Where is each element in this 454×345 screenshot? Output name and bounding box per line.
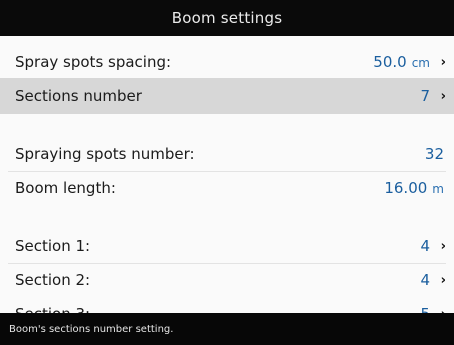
row-label: Section 2:	[15, 271, 91, 289]
row-label: Spraying spots number:	[15, 145, 195, 163]
value-number: 16.00	[384, 179, 428, 197]
row-section-1[interactable]: Section 1: 4 ›	[0, 228, 454, 264]
row-spraying-spots-number: Spraying spots number: 32	[0, 136, 454, 172]
row-section-3[interactable]: Section 3: 5 ›	[0, 296, 454, 313]
row-value: 4	[420, 237, 430, 255]
row-boom-length: Boom length: 16.00 m	[0, 170, 454, 206]
row-label: Spray spots spacing:	[15, 53, 172, 71]
boom-settings-screen: Boom settings Spray spots spacing: 50.0 …	[0, 0, 454, 345]
row-sections-number[interactable]: Sections number 7 ›	[0, 78, 454, 114]
row-value: 4	[420, 271, 430, 289]
row-value: 16.00 m	[384, 179, 444, 197]
value-unit: cm	[411, 56, 430, 70]
status-bar: Boom's sections number setting.	[0, 313, 454, 345]
row-value: 7	[420, 87, 430, 105]
row-spray-spots-spacing[interactable]: Spray spots spacing: 50.0 cm ›	[0, 44, 454, 80]
row-value: 5	[420, 305, 430, 313]
chevron-right-icon: ›	[440, 54, 446, 70]
row-label: Sections number	[15, 87, 142, 105]
row-label: Section 3:	[15, 305, 420, 313]
row-value: 50.0 cm	[373, 53, 430, 71]
chevron-right-icon: ›	[440, 88, 446, 104]
page-title: Boom settings	[171, 9, 283, 27]
value-number: 32	[424, 145, 444, 163]
row-label: Boom length:	[15, 179, 116, 197]
value-number: 4	[420, 237, 430, 255]
settings-list: Spray spots spacing: 50.0 cm › Sections …	[0, 36, 454, 313]
row-label: Section 1:	[15, 237, 91, 255]
value-number: 4	[420, 271, 430, 289]
row-value: 32	[425, 145, 444, 163]
title-bar: Boom settings	[0, 0, 454, 36]
status-text: Boom's sections number setting.	[9, 323, 174, 335]
value-number: 5	[420, 305, 430, 313]
chevron-right-icon: ›	[440, 272, 446, 288]
chevron-right-icon: ›	[440, 238, 446, 254]
value-number: 50.0	[373, 53, 407, 71]
value-number: 7	[420, 87, 430, 105]
row-section-2[interactable]: Section 2: 4 ›	[0, 262, 454, 298]
value-unit: m	[432, 182, 444, 196]
